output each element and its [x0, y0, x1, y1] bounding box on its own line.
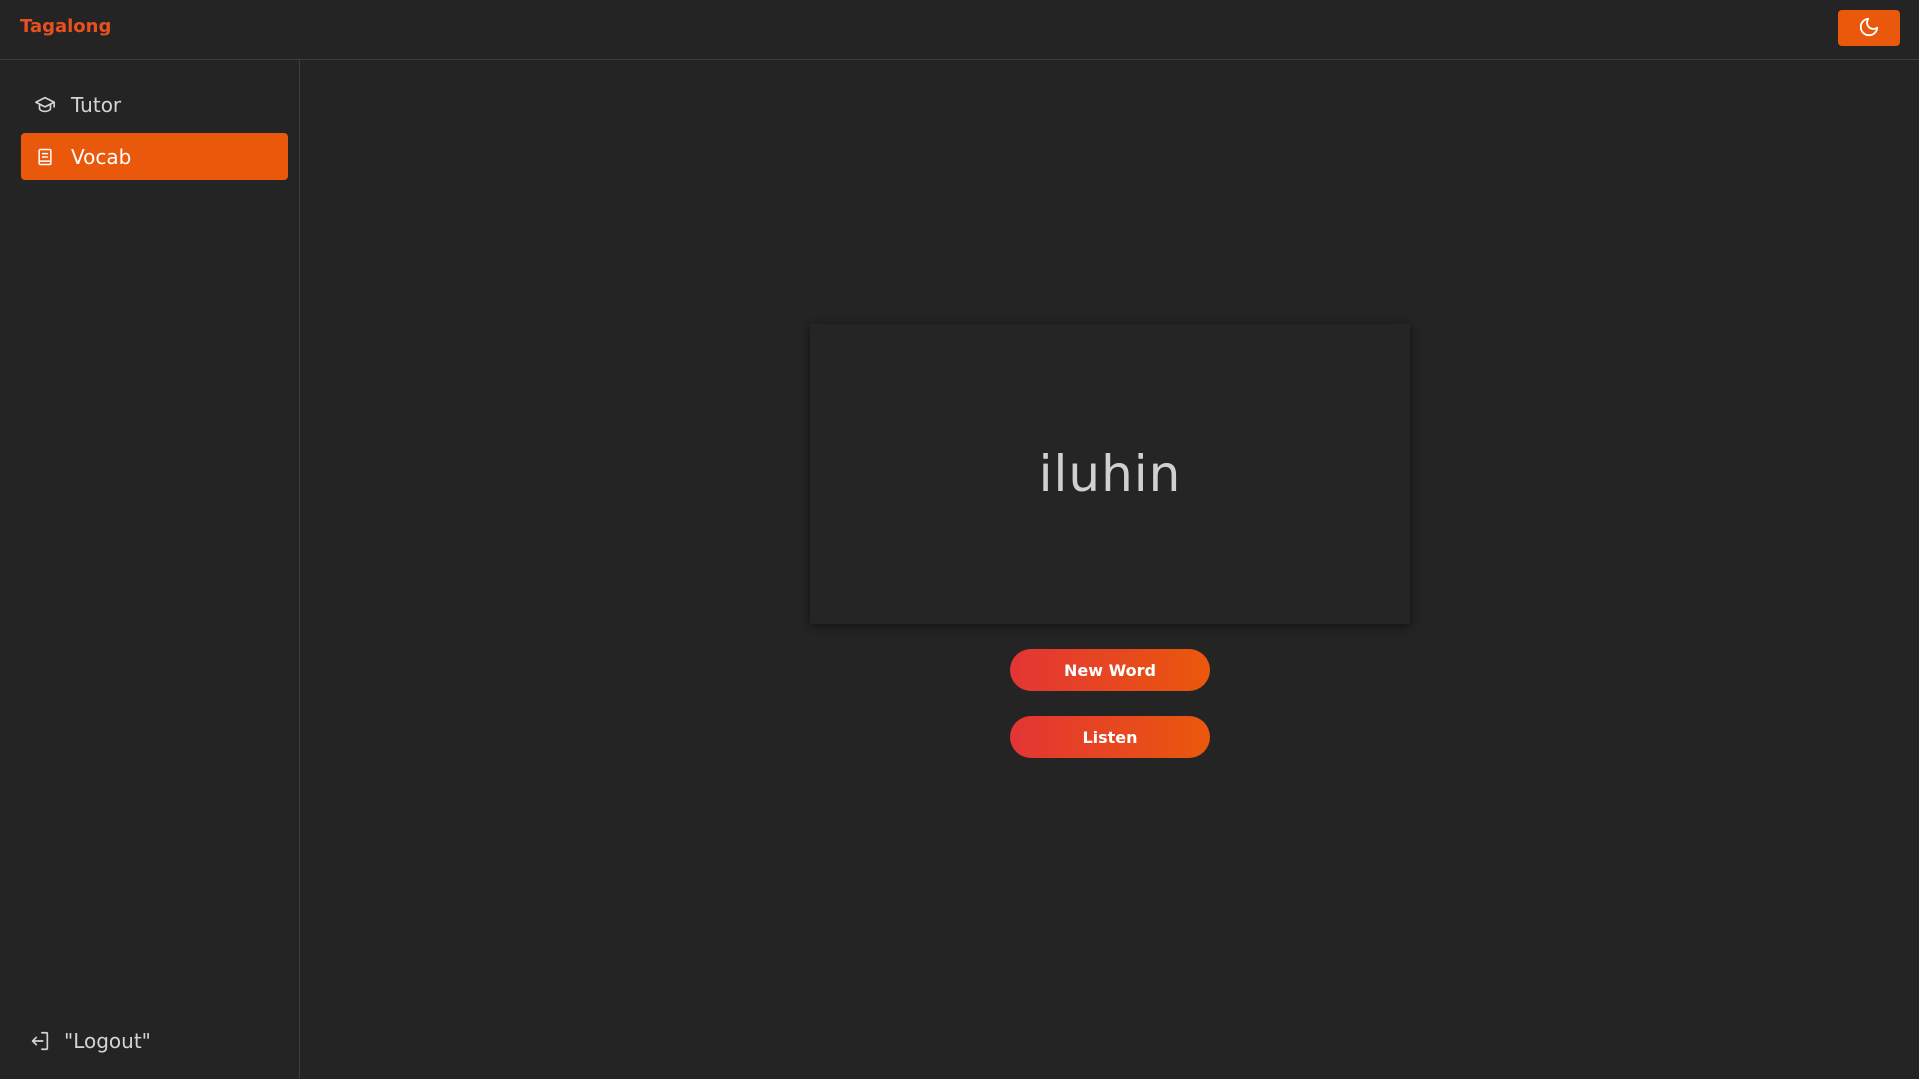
sidebar: Tutor Vocab "Logout" — [0, 60, 300, 1079]
sidebar-item-label: Tutor — [71, 92, 122, 117]
logout-button[interactable]: "Logout" — [28, 1024, 151, 1058]
vocab-word: iluhin — [1038, 445, 1182, 503]
sidebar-item-vocab[interactable]: Vocab — [21, 133, 288, 180]
log-in-icon — [28, 1029, 52, 1053]
top-bar: Tagalong — [0, 0, 1919, 60]
theme-toggle-button[interactable] — [1838, 10, 1900, 46]
book-icon — [33, 145, 57, 169]
sidebar-item-tutor[interactable]: Tutor — [21, 81, 288, 128]
new-word-button[interactable]: New Word — [1010, 649, 1210, 691]
brand-logo-text[interactable]: Tagalong — [20, 16, 111, 37]
vocab-word-card: iluhin — [810, 324, 1410, 624]
logout-label: "Logout" — [64, 1029, 151, 1053]
moon-icon — [1858, 16, 1880, 41]
sidebar-item-label: Vocab — [71, 144, 132, 169]
graduation-cap-icon — [33, 93, 57, 117]
listen-button[interactable]: Listen — [1010, 716, 1210, 758]
